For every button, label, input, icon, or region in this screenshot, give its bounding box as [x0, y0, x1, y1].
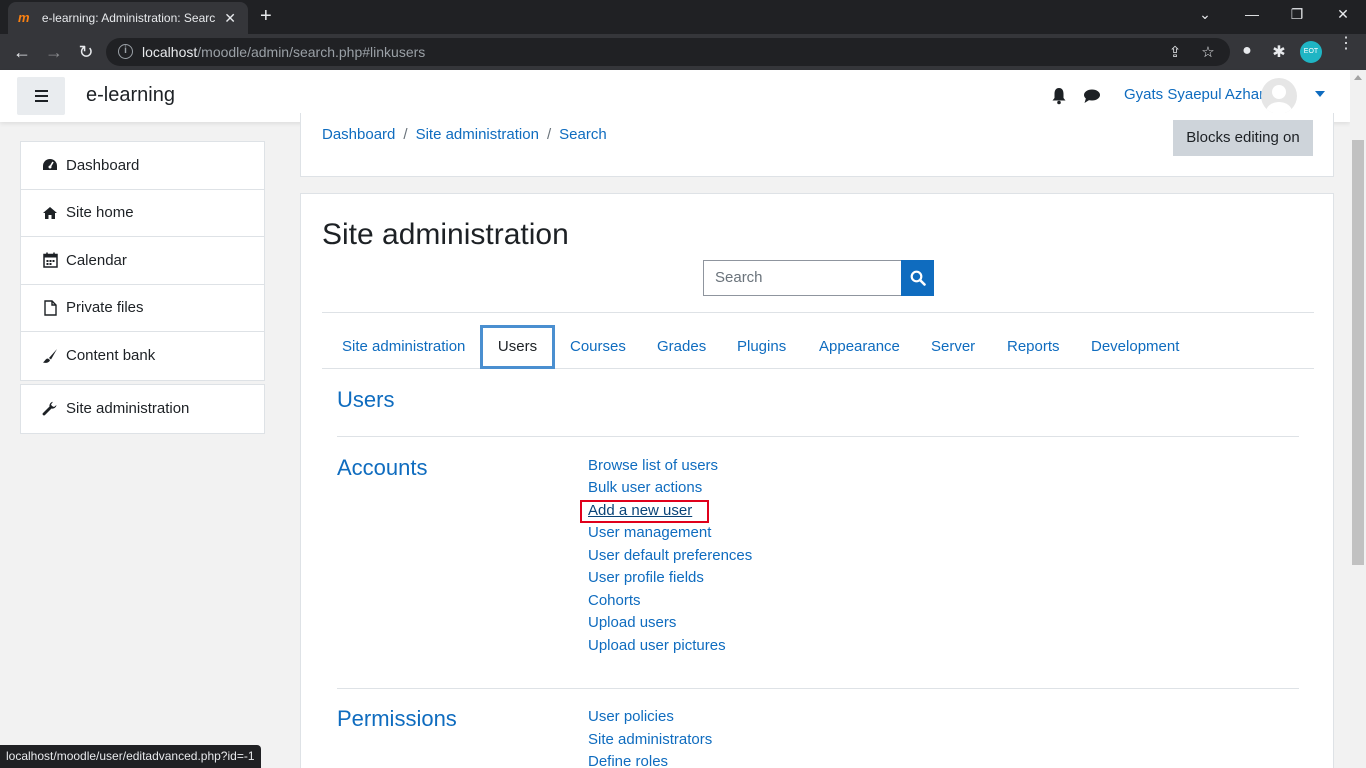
link-user-default-preferences[interactable]: User default preferences	[588, 547, 752, 564]
drawer-item-label: Content bank	[66, 347, 156, 365]
site-info-icon[interactable]: i	[118, 44, 133, 59]
users-heading[interactable]: Users	[337, 387, 394, 413]
back-icon[interactable]: ←	[12, 42, 32, 62]
highlight-box	[580, 500, 709, 523]
forward-icon[interactable]: →	[44, 42, 64, 62]
tab-users[interactable]: Users	[480, 325, 555, 369]
tab-site-administration[interactable]: Site administration	[342, 325, 465, 369]
admin-tabs: Site administration Users Courses Grades…	[322, 325, 1314, 369]
scrollbar-thumb[interactable]	[1352, 140, 1364, 565]
notification-bell-icon[interactable]	[1051, 87, 1067, 105]
drawer-toggle-button[interactable]	[17, 77, 65, 115]
link-site-administrators[interactable]: Site administrators	[588, 731, 712, 748]
drawer-item-site-administration[interactable]: Site administration	[21, 385, 264, 433]
link-upload-users[interactable]: Upload users	[588, 614, 676, 631]
site-brand[interactable]: e-learning	[86, 84, 175, 107]
link-user-policies[interactable]: User policies	[588, 708, 674, 725]
home-icon	[42, 205, 58, 221]
drawer-item-content-bank[interactable]: Content bank	[21, 332, 264, 380]
close-window-icon[interactable]: ✕	[1333, 6, 1353, 23]
page-title: Site administration	[322, 218, 569, 251]
browser-tab-bar: m e-learning: Administration: Search ✕ +…	[0, 0, 1366, 34]
drawer-item-label: Site home	[66, 204, 134, 222]
drawer-item-site-home[interactable]: Site home	[21, 190, 264, 237]
browser-status-url: localhost/moodle/user/editadvanced.php?i…	[0, 745, 261, 768]
drawer-item-calendar[interactable]: Calendar	[21, 237, 264, 285]
drawer-item-label: Calendar	[66, 251, 127, 269]
admin-search-button[interactable]	[901, 260, 934, 296]
drawer-item-dashboard[interactable]: Dashboard	[21, 142, 264, 190]
divider	[337, 436, 1299, 437]
browser-toolbar: ← → ↻ i localhost/moodle/admin/search.ph…	[0, 34, 1366, 70]
browser-tab[interactable]: m e-learning: Administration: Search ✕	[8, 2, 248, 34]
messages-chat-icon[interactable]	[1083, 88, 1101, 104]
drawer-item-label: Dashboard	[66, 156, 140, 174]
tab-courses[interactable]: Courses	[570, 325, 626, 369]
tab-appearance[interactable]: Appearance	[819, 325, 900, 369]
search-icon	[910, 270, 926, 286]
tab-close-icon[interactable]: ✕	[222, 10, 238, 27]
main-content-card: Site administration Search Site administ…	[300, 193, 1334, 768]
restore-icon[interactable]: ❐	[1287, 6, 1307, 23]
nav-drawer-main: Dashboard Site home Calendar Private fil…	[20, 141, 265, 381]
breadcrumb-site-administration[interactable]: Site administration	[416, 126, 539, 143]
link-define-roles[interactable]: Define roles	[588, 753, 668, 768]
user-menu-caret-icon[interactable]	[1315, 91, 1325, 97]
divider	[337, 688, 1299, 689]
browser-profile-avatar[interactable]: EOT	[1300, 41, 1322, 63]
page-scrollbar[interactable]	[1350, 70, 1366, 768]
nav-drawer-admin: Site administration	[20, 384, 265, 434]
divider	[322, 312, 1314, 313]
drawer-item-private-files[interactable]: Private files	[21, 285, 264, 332]
link-user-management[interactable]: User management	[588, 524, 711, 541]
reload-icon[interactable]: ↻	[76, 42, 96, 62]
bookmark-star-icon[interactable]: ☆	[1199, 43, 1217, 61]
file-icon	[42, 300, 58, 316]
dashboard-icon	[42, 157, 58, 173]
moodle-favicon-icon: m	[18, 10, 30, 25]
drawer-item-label: Private files	[66, 299, 144, 317]
tab-reports[interactable]: Reports	[1007, 325, 1060, 369]
drawer-item-label: Site administration	[66, 400, 190, 418]
permissions-heading[interactable]: Permissions	[337, 706, 457, 732]
breadcrumb-search[interactable]: Search	[559, 126, 607, 143]
tab-grades[interactable]: Grades	[657, 325, 706, 369]
tab-development[interactable]: Development	[1091, 325, 1179, 369]
link-browse-list-of-users[interactable]: Browse list of users	[588, 457, 718, 474]
url-text[interactable]: localhost/moodle/admin/search.php#linkus…	[142, 44, 425, 60]
link-cohorts[interactable]: Cohorts	[588, 592, 641, 609]
admin-search-input[interactable]: Search	[703, 260, 901, 296]
user-avatar[interactable]	[1261, 78, 1297, 114]
new-tab-icon[interactable]: +	[260, 6, 280, 26]
brush-icon	[42, 348, 58, 364]
breadcrumb-dashboard[interactable]: Dashboard	[322, 126, 395, 143]
breadcrumb-separator: /	[403, 126, 408, 143]
address-bar[interactable]: i localhost/moodle/admin/search.php#link…	[106, 38, 1230, 66]
user-menu-name[interactable]: Gyats Syaepul Azhar	[1124, 86, 1264, 103]
wrench-icon	[42, 401, 58, 417]
tab-title: e-learning: Administration: Search	[41, 11, 217, 25]
extension-globe-icon[interactable]: ●	[1237, 42, 1257, 60]
share-icon[interactable]: ⇪	[1166, 43, 1184, 61]
tab-server[interactable]: Server	[931, 325, 975, 369]
link-upload-user-pictures[interactable]: Upload user pictures	[588, 637, 726, 654]
link-bulk-user-actions[interactable]: Bulk user actions	[588, 479, 702, 496]
browser-menu-icon[interactable]: ⋮	[1338, 36, 1354, 52]
tab-search-chevron-icon[interactable]: ⌄	[1195, 6, 1215, 23]
minimize-icon[interactable]: —	[1242, 6, 1262, 22]
calendar-icon	[42, 252, 58, 268]
link-user-profile-fields[interactable]: User profile fields	[588, 569, 704, 586]
accounts-heading[interactable]: Accounts	[337, 455, 428, 481]
tab-plugins[interactable]: Plugins	[737, 325, 786, 369]
breadcrumb-separator: /	[546, 126, 552, 143]
extensions-puzzle-icon[interactable]: ✱	[1269, 42, 1289, 62]
breadcrumb: Dashboard / Site administration / Search	[322, 126, 607, 143]
blocks-editing-button[interactable]: Blocks editing on	[1173, 120, 1313, 156]
scroll-up-arrow-icon[interactable]	[1354, 75, 1362, 80]
